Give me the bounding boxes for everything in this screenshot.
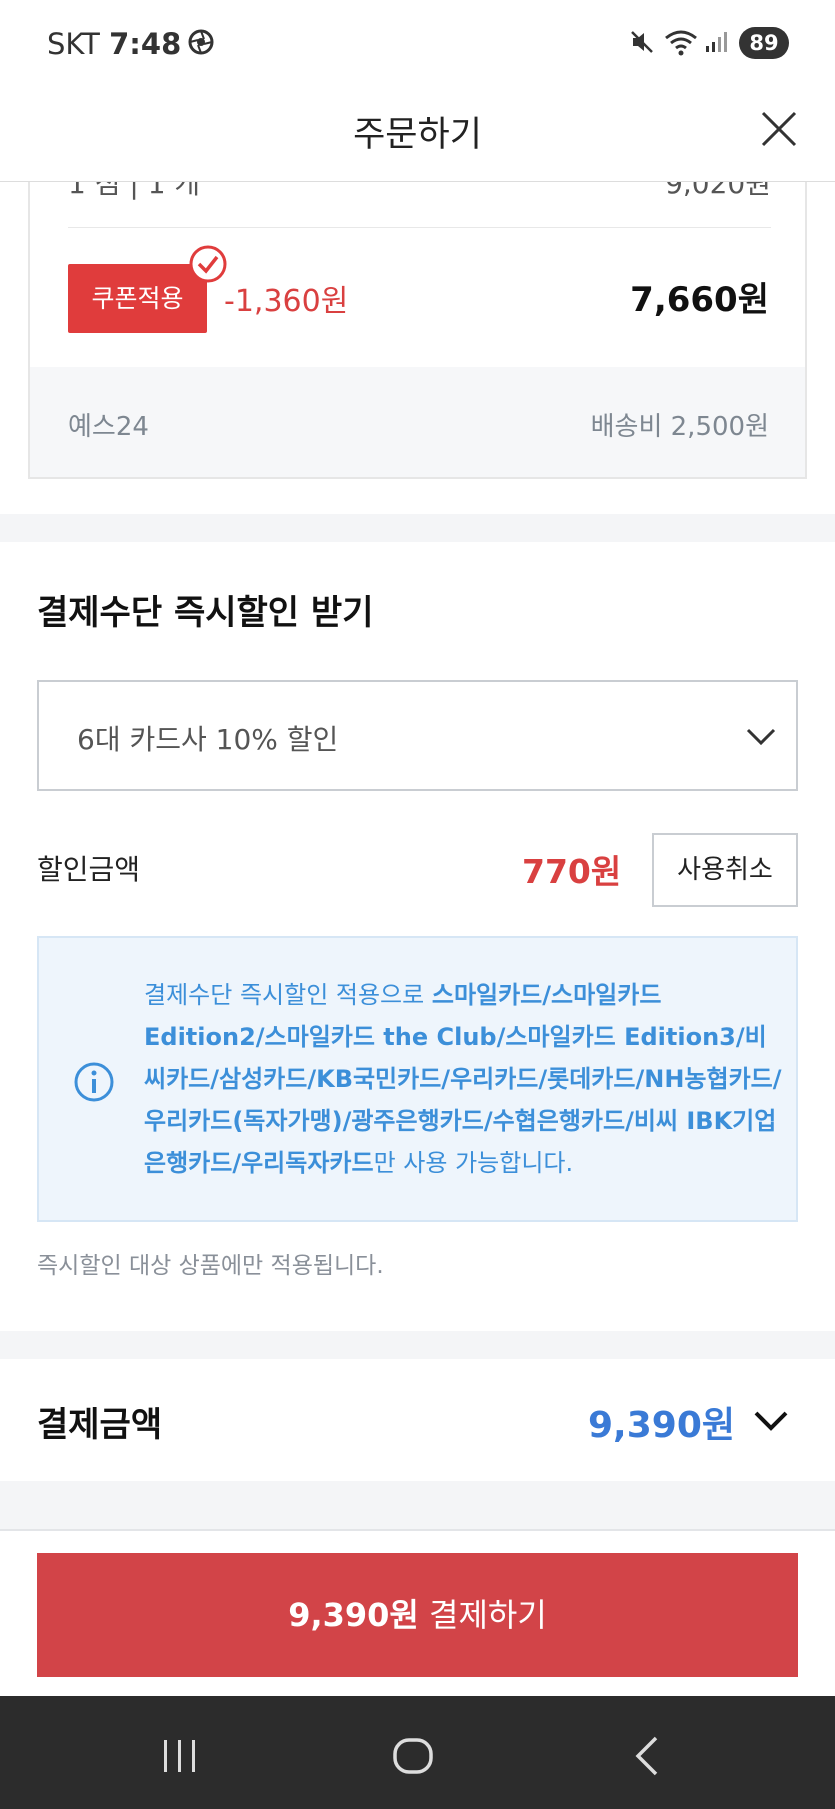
discount-amount-label: 할인금액 [37,853,141,886]
close-icon[interactable] [757,107,801,151]
quantity-row: 1 점 | 1 개 9,020원 [68,182,771,228]
info-icon [74,1062,114,1102]
aperture-icon [188,29,214,55]
coupon-discount: -1,360원 [224,284,349,319]
total-label: 결제금액 [37,1405,163,1445]
eligible-cards: 스마일카드/스마일카드 Edition2/스마일카드 the Club/스마일카… [144,981,782,1177]
system-nav-bar [0,1696,835,1809]
wifi-icon [665,30,697,56]
nav-home-icon[interactable] [391,1734,435,1778]
status-bar: SKT 7:48 89 [0,0,835,86]
quantity-text: 1 점 | 1 개 [68,182,201,200]
total-amount: 9,390원 [588,1405,735,1446]
battery-level: 89 [739,27,789,59]
discount-amount-value: 770원 [522,852,622,891]
nav-back-icon[interactable] [630,1734,664,1778]
bottom-action-area: 9,390원 결제하기 [0,1531,835,1696]
card-info-box: 결제수단 즉시할인 적용으로 스마일카드/스마일카드 Edition2/스마일카… [37,936,798,1222]
info-prefix: 결제수단 즉시할인 적용으로 [144,981,432,1009]
cancel-discount-button[interactable]: 사용취소 [652,833,798,907]
signal-icon [706,32,727,52]
status-carrier-time: SKT 7:48 [47,27,181,61]
shipping-fee: 배송비 2,500원 [590,412,769,442]
pay-button-amount: 9,390원 [288,1596,419,1634]
nav-recent-icon[interactable] [160,1736,200,1776]
page-title: 주문하기 [353,115,482,155]
discount-note: 즉시할인 대상 상품에만 적용됩니다. [37,1253,384,1279]
product-card: 1 점 | 1 개 9,020원 쿠폰적용 -1,360원 7,660원 예스2… [28,182,807,479]
instant-discount-title: 결제수단 즉시할인 받기 [37,593,374,633]
pay-button-label: 결제하기 [418,1596,547,1634]
chevron-down-icon [746,728,776,746]
section-divider [0,1481,835,1531]
info-suffix: 만 사용 가능합니다. [373,1149,574,1177]
clock-time: 7:48 [109,27,182,61]
pay-button[interactable]: 9,390원 결제하기 [37,1553,798,1677]
selected-discount-option: 6대 카드사 10% 할인 [77,723,339,756]
seller-name: 예스24 [68,412,149,442]
seller-footer: 예스24 배송비 2,500원 [30,367,805,477]
discount-method-select[interactable]: 6대 카드사 10% 할인 [37,680,798,791]
carrier-name: SKT [47,27,100,61]
original-price: 9,020원 [665,182,771,200]
card-info-text: 결제수단 즉시할인 적용으로 스마일카드/스마일카드 Edition2/스마일카… [144,974,784,1184]
section-divider [0,514,835,542]
check-icon [189,245,227,283]
section-divider [0,1331,835,1359]
mute-icon [631,31,653,53]
chevron-down-icon[interactable] [751,1405,791,1435]
coupon-applied-button[interactable]: 쿠폰적용 [68,264,207,333]
page-header: 주문하기 [0,86,835,182]
item-price: 7,660원 [630,280,769,320]
